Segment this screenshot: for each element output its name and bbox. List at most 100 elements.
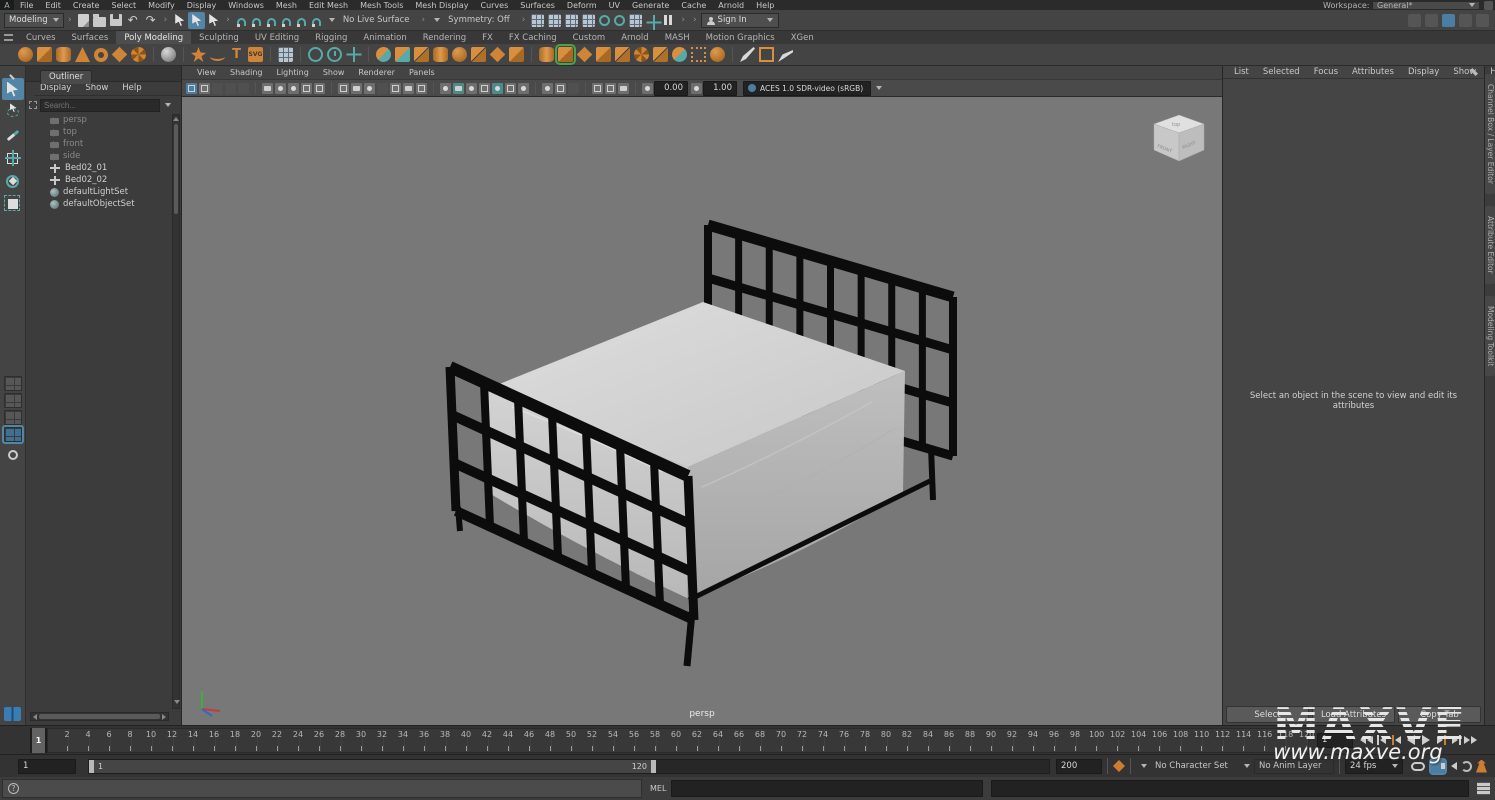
viewport-menu-item[interactable]: Renderer [351,68,402,77]
frame-tick[interactable]: 2 [48,729,69,752]
select-tool[interactable] [2,78,24,100]
use-all-lights-icon[interactable] [377,83,388,94]
menu-item[interactable]: Display [181,0,223,10]
outliner-panel-tab[interactable]: Outliner [40,70,92,84]
group-separator[interactable]: › [164,15,168,25]
exposure-toggle-icon[interactable] [642,83,653,94]
edit-curve-icon[interactable] [759,47,774,62]
scroll-up-arrow[interactable] [173,117,179,121]
frame-tick[interactable]: 46 [510,729,531,752]
single-pane-layout-button[interactable] [4,376,22,391]
shelf-tab[interactable]: Motion Graphics [698,31,783,44]
frame-tick[interactable]: 90 [972,729,993,752]
current-frame-marker[interactable]: 1 [30,728,47,753]
current-time-field[interactable]: 1 [1317,733,1353,748]
frame-tick[interactable]: 110 [1182,729,1203,752]
hypershade-icon[interactable] [548,14,561,27]
group-separator[interactable]: › [226,15,230,25]
frame-tick[interactable]: 88 [951,729,972,752]
scroll-down-arrow[interactable] [174,700,180,704]
step-forward-key-button[interactable] [1434,732,1448,748]
insert-edge-loop-icon[interactable] [615,47,630,62]
frame-tick[interactable]: 22 [258,729,279,752]
pencil-curve-icon[interactable] [778,47,793,62]
menu-item[interactable]: Generate [626,0,675,10]
gamma-toggle-icon[interactable] [691,83,702,94]
diffuse-icon[interactable] [568,83,579,94]
range-slider-track[interactable]: 1 120 [88,759,1050,774]
center-pivot-icon[interactable] [308,47,323,62]
frame-tick[interactable]: 86 [930,729,951,752]
frame-tick[interactable]: 78 [846,729,867,752]
render-settings-icon[interactable] [531,14,544,27]
shelf-tab[interactable]: Custom [565,31,614,44]
frame-tick[interactable]: 6 [90,729,111,752]
smooth-icon[interactable] [452,47,467,62]
type-tool-icon[interactable]: T [229,47,244,62]
shadows-icon[interactable] [390,83,401,94]
render-view-icon[interactable] [565,14,578,27]
attribute-editor-menu-item[interactable]: Selected [1256,67,1307,77]
shelf-tab[interactable]: Arnold [613,31,657,44]
frame-tick[interactable]: 12 [153,729,174,752]
attribute-editor-menu-item[interactable]: Show [1446,67,1483,77]
magnifier-icon[interactable] [8,450,18,460]
frame-tick[interactable]: 18 [216,729,237,752]
outliner-menu-item[interactable]: Help [116,83,147,95]
outliner-vertical-scrollbar[interactable] [172,114,180,709]
frame-tick[interactable]: 60 [657,729,678,752]
shelf-tab[interactable]: MASH [657,31,698,44]
character-set-selector[interactable]: No Character Set [1151,759,1239,774]
menu-item[interactable]: Help [750,0,780,10]
poly-sphere-icon[interactable] [18,47,33,62]
connect-icon[interactable] [653,47,668,62]
frame-tick[interactable]: 104 [1119,729,1140,752]
oversampling-icon[interactable] [275,83,286,94]
frame-tick[interactable]: 74 [804,729,825,752]
frame-tick[interactable]: 50 [552,729,573,752]
target-weld-icon[interactable] [577,47,593,63]
motion-blur-icon[interactable] [416,83,427,94]
mute-audio-icon[interactable] [1451,762,1457,770]
frame-tick[interactable]: 100 [1077,729,1098,752]
paint-select-tool[interactable] [2,124,24,146]
viewport-menu-item[interactable]: Lighting [269,68,315,77]
attribute-editor-button[interactable]: Select [1226,706,1309,723]
dock-vertical-tab[interactable]: Attribute Editor [1485,206,1495,284]
go-to-start-button[interactable] [1359,732,1373,748]
menu-item[interactable]: Windows [222,0,270,10]
frame-tick[interactable]: 28 [321,729,342,752]
anim-layer-selector[interactable]: No Anim Layer [1254,759,1334,774]
menu-item[interactable]: Arnold [712,0,750,10]
group-separator[interactable]: › [681,15,685,25]
snap-grid-icon[interactable] [237,18,246,26]
shelf-tab[interactable]: Rendering [415,31,474,44]
shaded-icon[interactable] [351,83,362,94]
menu-item[interactable]: Modify [142,0,181,10]
bevel-icon[interactable] [539,47,554,62]
exposure-field[interactable]: 0.00 [654,81,688,96]
viewport-menu-item[interactable]: Shading [223,68,270,77]
lasso-tool[interactable] [2,101,24,123]
exposure-icon[interactable] [479,83,490,94]
grease-pencil-icon[interactable] [301,83,312,94]
curve-tool-icon[interactable] [210,52,225,61]
frame-tick[interactable]: 58 [636,729,657,752]
time-slider-ticks[interactable]: 2468101214161820222426283032343638404244… [47,728,1309,753]
animation-start-field[interactable]: 1 [18,759,76,774]
frame-tick[interactable]: 36 [405,729,426,752]
lock-camera-icon[interactable] [199,83,210,94]
step-back-key-button[interactable] [1389,732,1403,748]
crease-icon[interactable] [672,47,687,62]
go-to-end-button[interactable] [1464,732,1478,748]
shelf-tab[interactable]: Surfaces [64,31,117,44]
frame-tick[interactable]: 24 [279,729,300,752]
frame-tick[interactable]: 112 [1203,729,1224,752]
colorspace-dropdown[interactable]: ACES 1.0 SDR-video (sRGB) [743,81,871,96]
viewport-menu-item[interactable]: View [190,68,223,77]
shelf-tab[interactable]: UV Editing [247,31,307,44]
frame-tick[interactable]: 4 [69,729,90,752]
frame-tick[interactable]: 70 [762,729,783,752]
gamma-icon[interactable] [492,83,503,94]
poly-torus-icon[interactable] [94,48,108,62]
